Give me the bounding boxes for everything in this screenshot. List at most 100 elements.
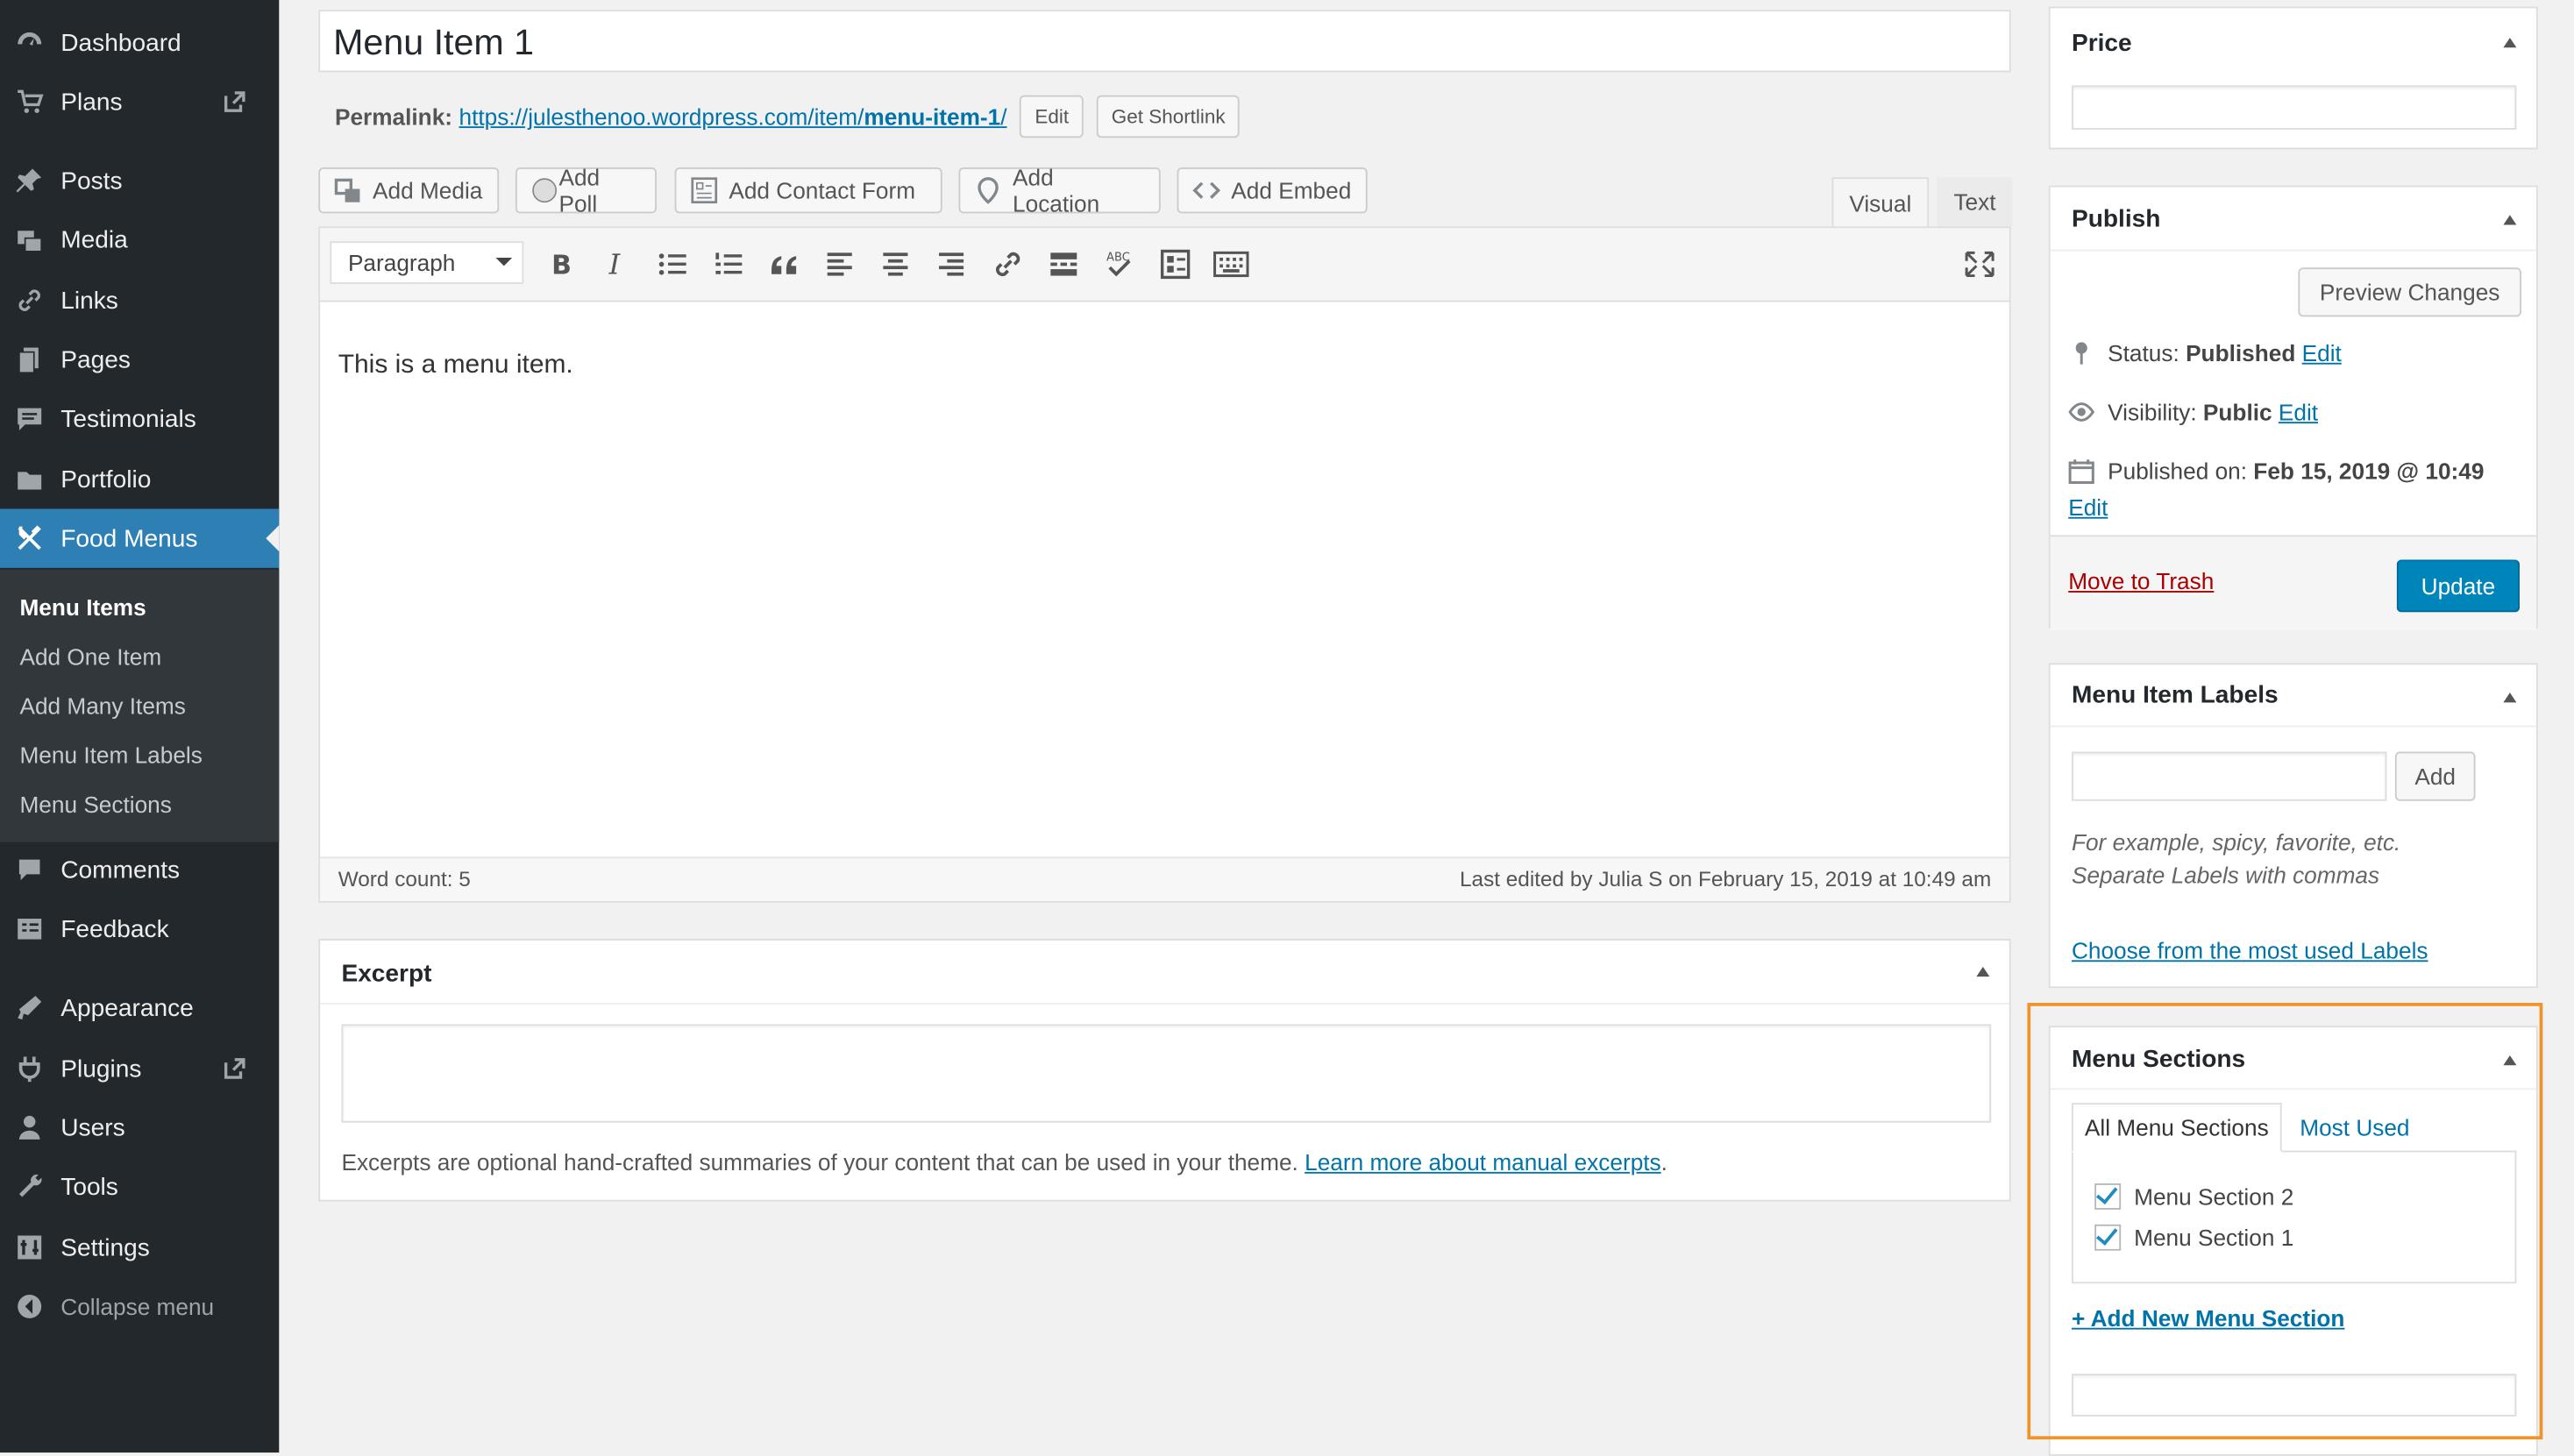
add-contact-form-button[interactable]: Add Contact Form [674, 167, 942, 214]
numbered-list-icon[interactable] [711, 248, 747, 281]
publish-box: Publish Preview Changes Status: Publishe… [2048, 185, 2538, 631]
sidebar-item-portfolio[interactable]: Portfolio [0, 450, 279, 508]
add-new-menu-section-link[interactable]: + Add New Menu Section [2072, 1305, 2344, 1332]
sidebar-item-links[interactable]: Links [0, 271, 279, 330]
format-select[interactable]: Paragraph [330, 241, 524, 284]
sidebar-item-label: Links [60, 286, 118, 315]
published-label: Published on: [2108, 458, 2248, 485]
sidebar-item-label: Plans [60, 88, 123, 117]
post-title-input[interactable]: Menu Item 1 [318, 10, 2011, 73]
button-label: Add Embed [1231, 177, 1352, 204]
published-edit-link[interactable]: Edit [2068, 494, 2108, 521]
pin-icon [2075, 342, 2087, 365]
sidebar-item-feedback[interactable]: Feedback [0, 899, 279, 958]
bold-icon[interactable]: B [544, 248, 580, 281]
checkbox-checked[interactable] [2094, 1183, 2122, 1210]
sidebar-item-users[interactable]: Users [0, 1098, 279, 1157]
keyboard-icon[interactable] [1213, 248, 1249, 281]
tab-visual[interactable]: Visual [1831, 177, 1930, 227]
sidebar-item-settings[interactable]: Settings [0, 1218, 279, 1276]
divider [320, 1003, 2009, 1005]
new-section-input[interactable] [2071, 1374, 2517, 1417]
submenu-add-many-items[interactable]: Add Many Items [19, 692, 185, 719]
svg-text:B: B [551, 251, 572, 281]
tab-most-used[interactable]: Most Used [2300, 1114, 2409, 1140]
add-media-button[interactable]: Add Media [318, 167, 500, 214]
toolbar-toggle-icon[interactable] [1157, 248, 1193, 281]
sidebar-item-posts[interactable]: Posts [0, 151, 279, 210]
permalink-edit-button[interactable]: Edit [1020, 95, 1084, 138]
sidebar-item-label: Portfolio [60, 465, 152, 494]
appearance-icon [18, 996, 42, 1020]
sidebar-item-plans[interactable]: Plans [0, 72, 279, 131]
collapse-menu-button[interactable]: Collapse menu [0, 1277, 279, 1336]
sidebar-item-comments[interactable]: Comments [0, 841, 279, 899]
add-embed-button[interactable]: Add Embed [1177, 167, 1368, 214]
editor-content[interactable]: This is a menu item. [338, 352, 573, 381]
sidebar-item-label: Pages [60, 345, 131, 373]
section-item[interactable]: Menu Section 2 [2094, 1183, 2293, 1210]
bullet-list-icon[interactable] [655, 248, 691, 281]
excerpt-learn-more-link[interactable]: Learn more about manual excerpts [1305, 1149, 1661, 1175]
align-left-icon[interactable] [822, 248, 858, 281]
labels-input[interactable] [2071, 751, 2387, 801]
status-edit-link[interactable]: Edit [2302, 340, 2342, 366]
collapse-toggle-icon[interactable] [1976, 966, 1990, 977]
form-icon [691, 177, 718, 204]
sidebar-item-food-menus[interactable]: Food Menus [0, 508, 280, 568]
testimonial-icon [18, 408, 42, 430]
excerpt-textarea[interactable] [341, 1024, 1992, 1123]
submenu-menu-item-labels[interactable]: Menu Item Labels [19, 742, 202, 768]
tab-all-menu-sections[interactable]: All Menu Sections [2071, 1103, 2282, 1153]
tools-icon [18, 1174, 42, 1197]
sidebar-item-dashboard[interactable]: Dashboard [0, 13, 279, 72]
editor-toolbar: Paragraph B I ABC [320, 228, 2009, 302]
get-shortlink-button[interactable]: Get Shortlink [1096, 95, 1241, 138]
blockquote-icon[interactable] [766, 248, 802, 281]
permalink-link[interactable]: https://julesthenoo.wordpress.com/item/m… [459, 103, 1007, 130]
collapse-toggle-icon[interactable] [2503, 38, 2517, 48]
tab-text[interactable]: Text [1937, 177, 2013, 227]
add-poll-button[interactable]: Add Poll [515, 164, 657, 217]
submenu-menu-items[interactable]: Menu Items [19, 594, 146, 621]
sidebar-item-tools[interactable]: Tools [0, 1157, 279, 1216]
insert-link-icon[interactable] [990, 248, 1026, 281]
cart-icon [18, 89, 44, 113]
media-icon [334, 178, 360, 202]
spellcheck-icon[interactable]: ABC [1101, 248, 1137, 281]
move-to-trash-link[interactable]: Move to Trash [2068, 568, 2214, 594]
fullscreen-icon[interactable] [1962, 248, 1998, 281]
align-center-icon[interactable] [878, 248, 914, 281]
align-right-icon[interactable] [934, 248, 970, 281]
users-icon [18, 1115, 40, 1140]
sidebar-item-plugins[interactable]: Plugins [0, 1039, 279, 1097]
visibility-edit-link[interactable]: Edit [2279, 399, 2318, 425]
add-label-button[interactable]: Add [2394, 751, 2476, 801]
price-input[interactable] [2071, 85, 2517, 130]
read-more-icon[interactable] [1046, 248, 1082, 281]
submenu-menu-sections[interactable]: Menu Sections [19, 791, 171, 817]
button-label: Add Location [1013, 164, 1100, 217]
preview-changes-button[interactable]: Preview Changes [2298, 267, 2522, 317]
sidebar-item-label: Food Menus [60, 524, 198, 553]
add-location-button[interactable]: Add Location [958, 164, 1161, 217]
sidebar-item-media[interactable]: Media [0, 210, 279, 269]
checkbox-checked[interactable] [2094, 1224, 2122, 1251]
collapse-toggle-icon[interactable] [2503, 1055, 2517, 1066]
sidebar-item-appearance[interactable]: Appearance [0, 978, 279, 1037]
external-link-icon [224, 91, 245, 112]
italic-icon[interactable]: I [599, 248, 635, 281]
sidebar-item-pages[interactable]: Pages [0, 330, 279, 388]
sidebar-item-label: Users [60, 1113, 125, 1142]
collapse-toggle-icon[interactable] [2503, 215, 2517, 225]
submenu-add-one-item[interactable]: Add One Item [19, 643, 161, 670]
pages-icon [18, 347, 39, 374]
section-item[interactable]: Menu Section 1 [2094, 1224, 2293, 1251]
sidebar-item-testimonials[interactable]: Testimonials [0, 389, 279, 448]
choose-labels-link[interactable]: Choose from the most used Labels [2072, 937, 2428, 963]
button-label: Add Poll [558, 164, 601, 217]
collapse-toggle-icon[interactable] [2503, 692, 2517, 703]
sidebar-item-label: Testimonials [60, 404, 196, 433]
status-value: Published [2186, 339, 2296, 366]
update-button[interactable]: Update [2396, 559, 2521, 613]
